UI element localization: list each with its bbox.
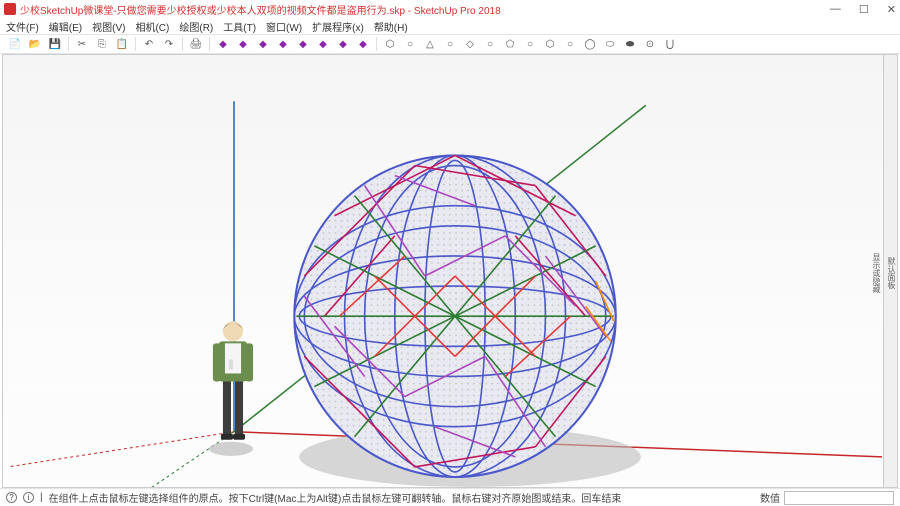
print-icon[interactable]: 🖨: [187, 36, 205, 52]
cut-icon[interactable]: ✂: [73, 36, 91, 52]
shape-icon[interactable]: ⬡: [541, 36, 559, 52]
menu-tools[interactable]: 工具(T): [223, 19, 256, 34]
separator: [209, 37, 210, 51]
separator: [376, 37, 377, 51]
close-button[interactable]: ✕: [887, 3, 896, 16]
plugin-icon[interactable]: ◆: [314, 36, 332, 52]
side-panel[interactable]: 默认面板 显示或隐藏: [883, 55, 897, 487]
panel-tab[interactable]: 默认面板: [886, 257, 897, 289]
plugin-icon[interactable]: ◆: [354, 36, 372, 52]
open-icon[interactable]: 📂: [26, 36, 44, 52]
shape-icon[interactable]: ◇: [461, 36, 479, 52]
separator: [68, 37, 69, 51]
redo-icon[interactable]: ↷: [160, 36, 178, 52]
new-icon[interactable]: 📄: [6, 36, 24, 52]
menu-help[interactable]: 帮助(H): [374, 19, 408, 34]
app-icon: [4, 3, 16, 15]
shape-icon[interactable]: ⊙: [641, 36, 659, 52]
status-hint: 在组件上点击鼠标左键选择组件的原点。按下Ctrl键(Mac上为Alt键)点击鼠标…: [49, 490, 622, 505]
copy-icon[interactable]: ⎘: [93, 36, 111, 52]
plugin-icon[interactable]: ◆: [274, 36, 292, 52]
scene-3d: [3, 55, 897, 487]
menubar: 文件(F) 编辑(E) 视图(V) 相机(C) 绘图(R) 工具(T) 窗口(W…: [0, 18, 900, 34]
shape-icon[interactable]: ○: [441, 36, 459, 52]
save-icon[interactable]: 💾: [46, 36, 64, 52]
menu-draw[interactable]: 绘图(R): [179, 19, 213, 34]
status-sep: |: [40, 492, 43, 503]
menu-file[interactable]: 文件(F): [6, 19, 39, 34]
separator: [135, 37, 136, 51]
shape-icon[interactable]: ○: [521, 36, 539, 52]
shape-icon[interactable]: △: [421, 36, 439, 52]
paste-icon[interactable]: 📋: [113, 36, 131, 52]
shape-icon[interactable]: ○: [561, 36, 579, 52]
shape-icon[interactable]: ○: [401, 36, 419, 52]
measurement-label: 数值: [760, 490, 780, 505]
minimize-button[interactable]: —: [830, 3, 841, 16]
menu-window[interactable]: 窗口(W): [266, 19, 302, 34]
separator: [182, 37, 183, 51]
plugin-icon[interactable]: ◆: [294, 36, 312, 52]
menu-view[interactable]: 视图(V): [92, 19, 125, 34]
shape-icon[interactable]: ⬬: [621, 36, 639, 52]
shape-icon[interactable]: ⋃: [661, 36, 679, 52]
help-icon[interactable]: ?: [6, 492, 17, 503]
menu-extensions[interactable]: 扩展程序(x): [312, 19, 364, 34]
panel-tab[interactable]: 显示或隐藏: [871, 253, 882, 293]
toolbar: 📄 📂 💾 ✂ ⎘ 📋 ↶ ↷ 🖨 ◆ ◆ ◆ ◆ ◆ ◆ ◆ ◆ ⬡ ○ △ …: [0, 34, 900, 54]
shape-icon[interactable]: ◯: [581, 36, 599, 52]
shape-icon[interactable]: ⬡: [381, 36, 399, 52]
window-controls: — ☐ ✕: [830, 3, 896, 16]
titlebar: 少校SketchUp微课堂-只做您需要少校授权或少校本人双项的视频文件都是盗用行…: [0, 0, 900, 18]
undo-icon[interactable]: ↶: [140, 36, 158, 52]
plugin-icon[interactable]: ◆: [334, 36, 352, 52]
menu-edit[interactable]: 编辑(E): [49, 19, 82, 34]
figure-shadow: [209, 442, 253, 456]
geodesic-sphere: [294, 155, 615, 476]
shape-icon[interactable]: ⬠: [501, 36, 519, 52]
window-title: 少校SketchUp微课堂-只做您需要少校授权或少校本人双项的视频文件都是盗用行…: [20, 2, 501, 17]
menu-camera[interactable]: 相机(C): [135, 19, 169, 34]
shape-icon[interactable]: ○: [481, 36, 499, 52]
measurement-input[interactable]: [784, 491, 894, 505]
plugin-icon[interactable]: ◆: [214, 36, 232, 52]
plugin-icon[interactable]: ◆: [234, 36, 252, 52]
maximize-button[interactable]: ☐: [859, 3, 869, 16]
viewport[interactable]: 默认面板 显示或隐藏: [2, 54, 898, 488]
info-icon[interactable]: i: [23, 492, 34, 503]
shape-icon[interactable]: ⬭: [601, 36, 619, 52]
plugin-icon[interactable]: ◆: [254, 36, 272, 52]
statusbar: ? i | 在组件上点击鼠标左键选择组件的原点。按下Ctrl键(Mac上为Alt…: [0, 488, 900, 506]
